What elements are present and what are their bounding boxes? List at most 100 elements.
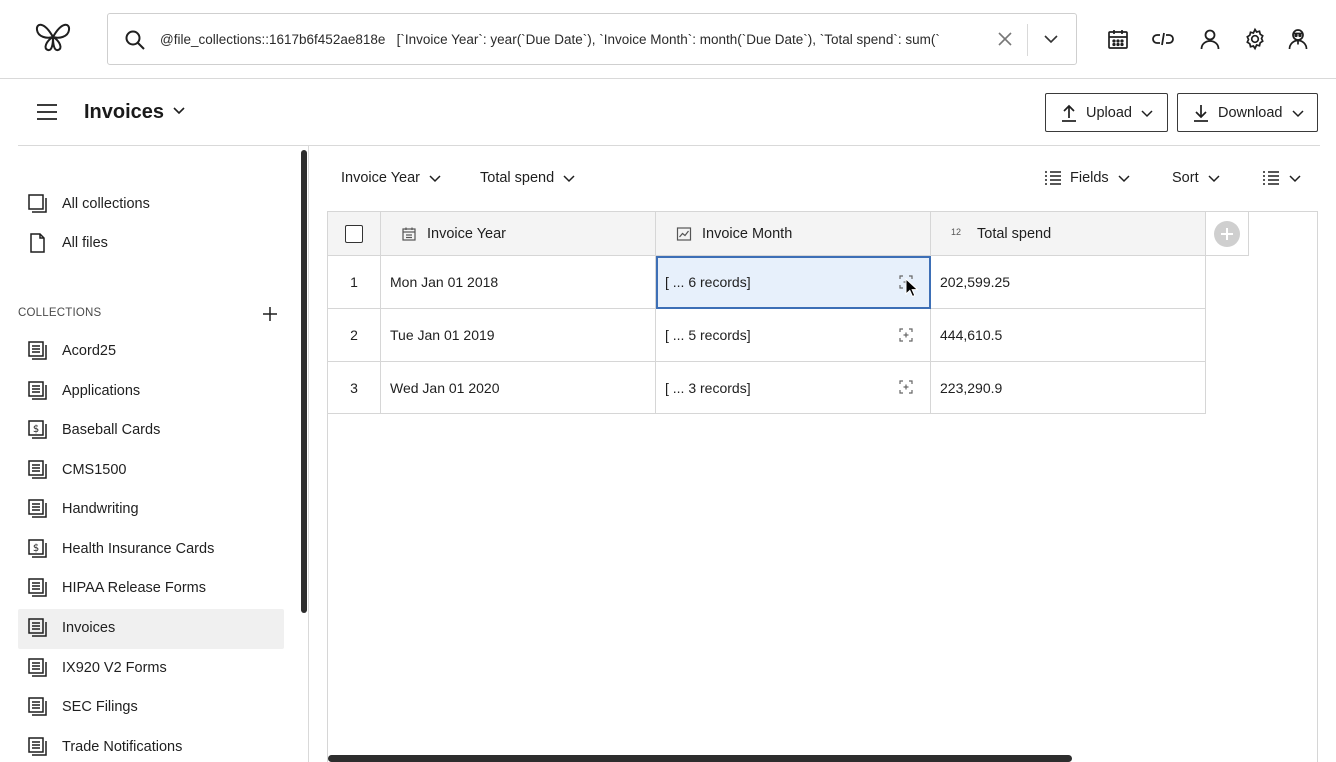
download-icon bbox=[1192, 103, 1210, 123]
chevron-down-icon[interactable] bbox=[1040, 28, 1062, 50]
sidebar-item-label: Acord25 bbox=[62, 343, 117, 359]
cell-invoice-month[interactable]: [ ... 6 records] bbox=[656, 256, 931, 309]
column-header-label: Invoice Year bbox=[427, 226, 507, 242]
search-separator bbox=[1027, 24, 1028, 56]
sidebar-item-label: All files bbox=[62, 235, 108, 251]
chevron-down-icon bbox=[428, 171, 442, 185]
logo-icon[interactable] bbox=[34, 17, 72, 53]
aggregate-label: Total spend bbox=[480, 170, 555, 186]
chart-icon bbox=[676, 226, 692, 242]
cell-total-spend[interactable]: 223,290.9 bbox=[931, 362, 1206, 414]
cell-invoice-month[interactable]: [ ... 5 records] bbox=[656, 309, 931, 362]
link-icon[interactable] bbox=[1151, 27, 1175, 51]
sidebar-item-label: SEC Filings bbox=[62, 699, 138, 715]
agent-icon[interactable] bbox=[1286, 27, 1310, 51]
gear-icon[interactable] bbox=[1243, 27, 1267, 51]
cell-invoice-year[interactable]: Wed Jan 01 2020 bbox=[381, 362, 656, 414]
download-label: Download bbox=[1218, 104, 1283, 121]
sidebar-item-label: Handwriting bbox=[62, 501, 139, 517]
search-icon bbox=[124, 29, 146, 51]
group-by-dropdown[interactable]: Invoice Year bbox=[341, 166, 442, 190]
records-summary: [ ... 3 records] bbox=[665, 379, 751, 396]
collection-icon bbox=[28, 381, 48, 401]
expand-icon[interactable] bbox=[898, 327, 914, 343]
collection-icon bbox=[28, 618, 48, 638]
chevron-down-icon bbox=[1207, 171, 1221, 185]
cell-total-spend[interactable]: 202,599.25 bbox=[931, 256, 1206, 309]
sidebar-item-hipaa-release-forms[interactable]: HIPAA Release Forms bbox=[18, 569, 284, 609]
column-header-invoice-year[interactable]: Invoice Year bbox=[381, 212, 656, 256]
collection-icon bbox=[28, 499, 48, 519]
list-view-icon bbox=[1262, 170, 1280, 186]
column-header-label: Total spend bbox=[977, 226, 1052, 242]
collection-dollar-icon: $ bbox=[28, 539, 48, 559]
sidebar-item-trade-notifications[interactable]: Trade Notifications bbox=[18, 728, 284, 762]
sidebar-item-acord25[interactable]: Acord25 bbox=[18, 332, 284, 372]
fields-label: Fields bbox=[1070, 170, 1109, 186]
list-icon bbox=[1044, 170, 1062, 186]
upload-button[interactable]: Upload bbox=[1045, 93, 1168, 132]
page-title: Invoices bbox=[84, 101, 165, 123]
collection-icon bbox=[28, 460, 48, 480]
aggregate-dropdown[interactable]: Total spend bbox=[480, 166, 576, 190]
sidebar-item-invoices[interactable]: Invoices bbox=[18, 609, 284, 649]
cell-total-spend[interactable]: 444,610.5 bbox=[931, 309, 1206, 362]
sidebar-item-cms1500[interactable]: CMS1500 bbox=[18, 451, 284, 491]
sidebar-item-label: IX920 V2 Forms bbox=[62, 660, 167, 676]
sidebar-scrollbar[interactable] bbox=[301, 150, 307, 613]
number-icon: 12 bbox=[951, 227, 962, 237]
sidebar-item-health-insurance-cards[interactable]: $ Health Insurance Cards bbox=[18, 530, 284, 570]
plus-icon[interactable] bbox=[1214, 221, 1240, 247]
chevron-down-icon bbox=[1117, 171, 1131, 185]
cell-invoice-month[interactable]: [ ... 3 records] bbox=[656, 362, 931, 414]
sidebar-item-label: Trade Notifications bbox=[62, 739, 183, 755]
column-header-invoice-month[interactable]: Invoice Month bbox=[656, 212, 931, 256]
chevron-down-icon bbox=[562, 171, 576, 185]
chevron-down-icon[interactable] bbox=[170, 102, 188, 120]
close-icon[interactable] bbox=[994, 28, 1016, 50]
search-input[interactable] bbox=[160, 26, 986, 52]
calendar-icon[interactable] bbox=[1106, 27, 1130, 51]
collection-icon bbox=[28, 737, 48, 757]
sidebar-item-applications[interactable]: Applications bbox=[18, 372, 284, 412]
column-header-total-spend[interactable]: 12 Total spend bbox=[931, 212, 1206, 256]
collection-dollar-icon: $ bbox=[28, 420, 48, 440]
sidebar-item-label: Invoices bbox=[62, 620, 116, 636]
user-icon[interactable] bbox=[1198, 27, 1222, 51]
top-bar bbox=[0, 0, 1336, 79]
fields-dropdown[interactable]: Fields bbox=[1044, 166, 1131, 190]
select-all-checkbox[interactable] bbox=[345, 224, 363, 243]
sidebar-item-all-files[interactable]: All files bbox=[18, 224, 284, 264]
column-header-label: Invoice Month bbox=[702, 226, 793, 242]
collection-icon bbox=[28, 341, 48, 361]
row-number[interactable]: 2 bbox=[328, 309, 381, 362]
sidebar-item-label: Applications bbox=[62, 383, 141, 399]
sidebar-item-handwriting[interactable]: Handwriting bbox=[18, 490, 284, 530]
horizontal-scrollbar[interactable] bbox=[328, 755, 1072, 762]
sidebar-item-baseball-cards[interactable]: $ Baseball Cards bbox=[18, 411, 284, 451]
view-dropdown[interactable] bbox=[1262, 166, 1302, 190]
sidebar-item-all-collections[interactable]: All collections bbox=[18, 185, 284, 225]
records-summary: [ ... 6 records] bbox=[665, 274, 751, 290]
chevron-down-icon bbox=[1291, 106, 1305, 120]
records-summary: [ ... 5 records] bbox=[665, 327, 751, 343]
collection-icon bbox=[28, 578, 48, 598]
chevron-down-icon bbox=[1140, 106, 1154, 120]
sort-dropdown[interactable]: Sort bbox=[1172, 166, 1221, 190]
sidebar-item-ix920-v2-forms[interactable]: IX920 V2 Forms bbox=[18, 649, 284, 689]
row-number[interactable]: 3 bbox=[328, 362, 381, 414]
menu-icon[interactable] bbox=[35, 100, 59, 124]
plus-icon[interactable] bbox=[261, 305, 279, 323]
collection-icon bbox=[28, 658, 48, 678]
cell-invoice-year[interactable]: Tue Jan 01 2019 bbox=[381, 309, 656, 362]
collections-icon bbox=[28, 194, 48, 214]
download-button[interactable]: Download bbox=[1177, 93, 1318, 132]
row-number[interactable]: 1 bbox=[328, 256, 381, 309]
cell-invoice-year[interactable]: Mon Jan 01 2018 bbox=[381, 256, 656, 309]
select-all-cell bbox=[328, 212, 381, 256]
sidebar-item-label: Baseball Cards bbox=[62, 422, 161, 438]
chevron-down-icon bbox=[1288, 171, 1302, 185]
expand-icon[interactable] bbox=[898, 379, 914, 395]
mouse-cursor-icon bbox=[905, 278, 919, 298]
sidebar-item-sec-filings[interactable]: SEC Filings bbox=[18, 688, 284, 728]
